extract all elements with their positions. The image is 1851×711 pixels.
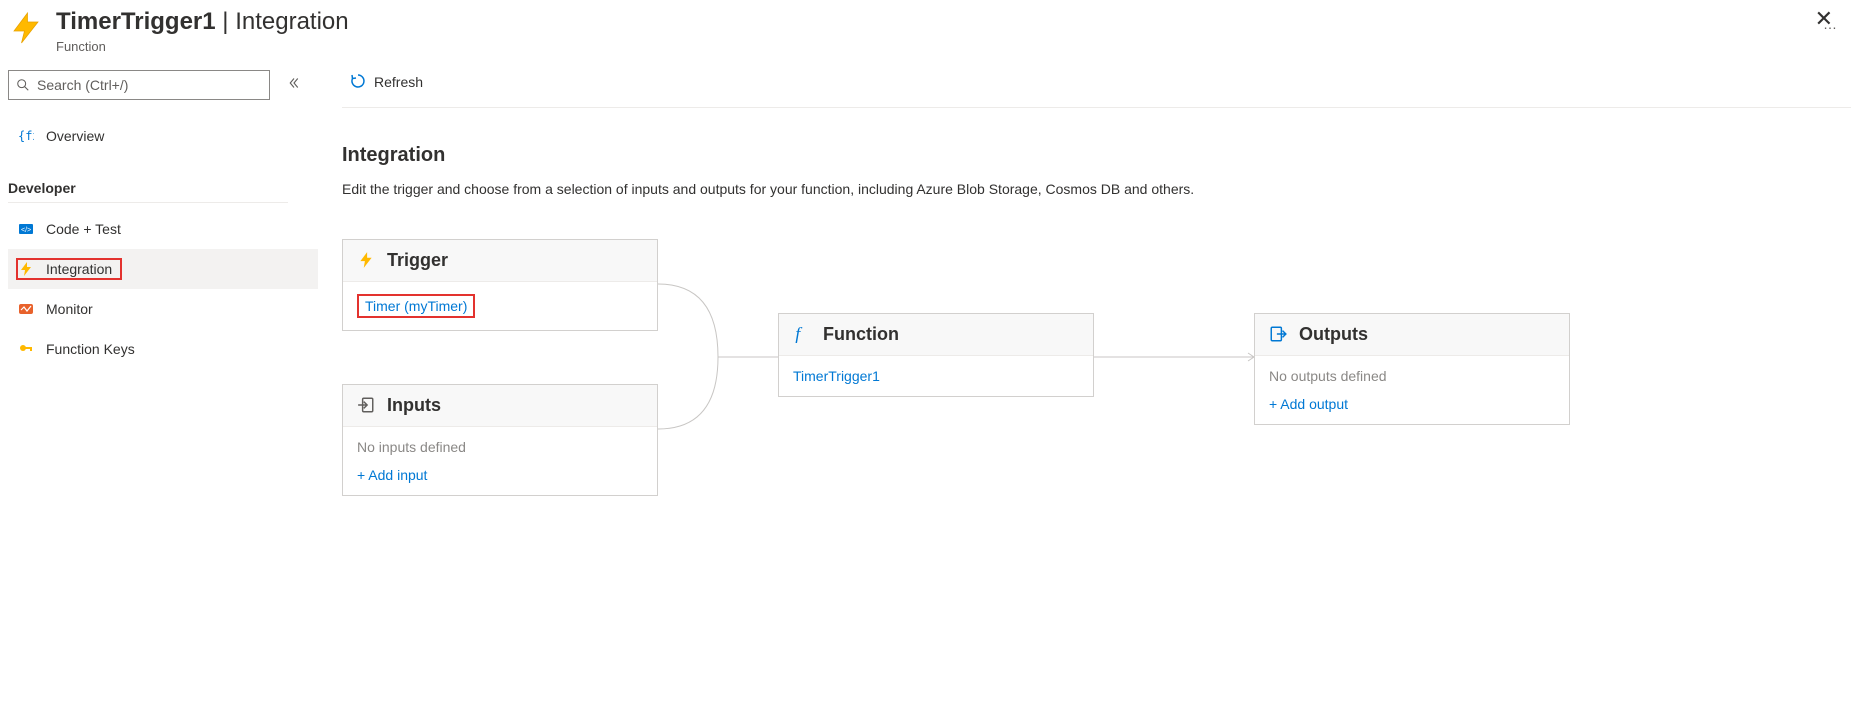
- key-icon: [18, 341, 34, 357]
- trigger-card: Trigger Timer (myTimer): [342, 239, 658, 331]
- add-input-link[interactable]: + Add input: [357, 467, 643, 483]
- refresh-label: Refresh: [374, 74, 423, 90]
- connector-function-outputs: [1094, 349, 1254, 369]
- page-header: TimerTrigger1 | Integration Function … ✕: [0, 0, 1851, 58]
- close-button[interactable]: ✕: [1815, 6, 1833, 32]
- nav-label: Integration: [46, 261, 112, 277]
- monitor-icon: [18, 301, 34, 317]
- nav-label: Function Keys: [46, 341, 135, 357]
- nav-item-function-keys[interactable]: Function Keys: [8, 329, 318, 369]
- trigger-item-highlight: Timer (myTimer): [357, 294, 475, 318]
- nav-item-monitor[interactable]: Monitor: [8, 289, 318, 329]
- outputs-empty: No outputs defined: [1269, 368, 1387, 384]
- inputs-empty: No inputs defined: [357, 439, 466, 455]
- search-input[interactable]: [8, 70, 270, 100]
- page-title-section: | Integration: [216, 8, 349, 35]
- connector-inputs-function: [658, 339, 778, 459]
- function-link[interactable]: TimerTrigger1: [793, 368, 880, 384]
- lightning-small-icon: [357, 251, 375, 269]
- refresh-icon: [350, 73, 366, 92]
- card-title: Inputs: [387, 395, 441, 416]
- section-description: Edit the trigger and choose from a selec…: [342, 181, 1851, 197]
- refresh-button[interactable]: Refresh: [342, 69, 431, 96]
- svg-text:f: f: [795, 325, 803, 343]
- nav-section-developer: Developer: [8, 156, 288, 203]
- function-f-icon: f: [793, 325, 811, 343]
- trigger-link[interactable]: Timer (myTimer): [365, 298, 467, 314]
- input-arrow-icon: [357, 396, 375, 414]
- code-icon: </>: [18, 221, 34, 237]
- search-input-wrap: [8, 70, 270, 100]
- integration-diagram: Trigger Timer (myTimer) Inputs No i: [342, 239, 1851, 579]
- lightning-small-icon: [18, 261, 34, 277]
- function-braces-icon: {fx}: [18, 128, 34, 144]
- nav-item-integration[interactable]: Integration: [8, 249, 318, 289]
- svg-text:</>: </>: [21, 227, 31, 234]
- nav-label: Overview: [46, 128, 104, 144]
- sidebar: {fx} Overview Developer </> Code + Test …: [0, 58, 318, 579]
- outputs-card: Outputs No outputs defined + Add output: [1254, 313, 1570, 425]
- nav-item-code-test[interactable]: </> Code + Test: [8, 209, 318, 249]
- nav-label: Code + Test: [46, 221, 121, 237]
- inputs-card: Inputs No inputs defined + Add input: [342, 384, 658, 496]
- section-title: Integration: [342, 144, 1851, 167]
- card-title: Function: [823, 324, 899, 345]
- function-card: f Function TimerTrigger1: [778, 313, 1094, 397]
- toolbar: Refresh: [342, 64, 1851, 108]
- page-title-name: TimerTrigger1: [56, 8, 216, 35]
- page-title: TimerTrigger1 | Integration: [56, 8, 1801, 37]
- page-subtitle: Function: [56, 39, 1801, 54]
- output-arrow-icon: [1269, 325, 1287, 343]
- main-content: Refresh Integration Edit the trigger and…: [318, 58, 1851, 579]
- card-title: Trigger: [387, 250, 448, 271]
- collapse-sidebar-button[interactable]: [278, 77, 310, 92]
- nav-item-overview[interactable]: {fx} Overview: [8, 116, 318, 156]
- svg-text:{fx}: {fx}: [18, 129, 34, 143]
- card-title: Outputs: [1299, 324, 1368, 345]
- nav-label: Monitor: [46, 301, 93, 317]
- lightning-icon: [8, 10, 44, 46]
- search-icon: [16, 78, 30, 92]
- add-output-link[interactable]: + Add output: [1269, 396, 1555, 412]
